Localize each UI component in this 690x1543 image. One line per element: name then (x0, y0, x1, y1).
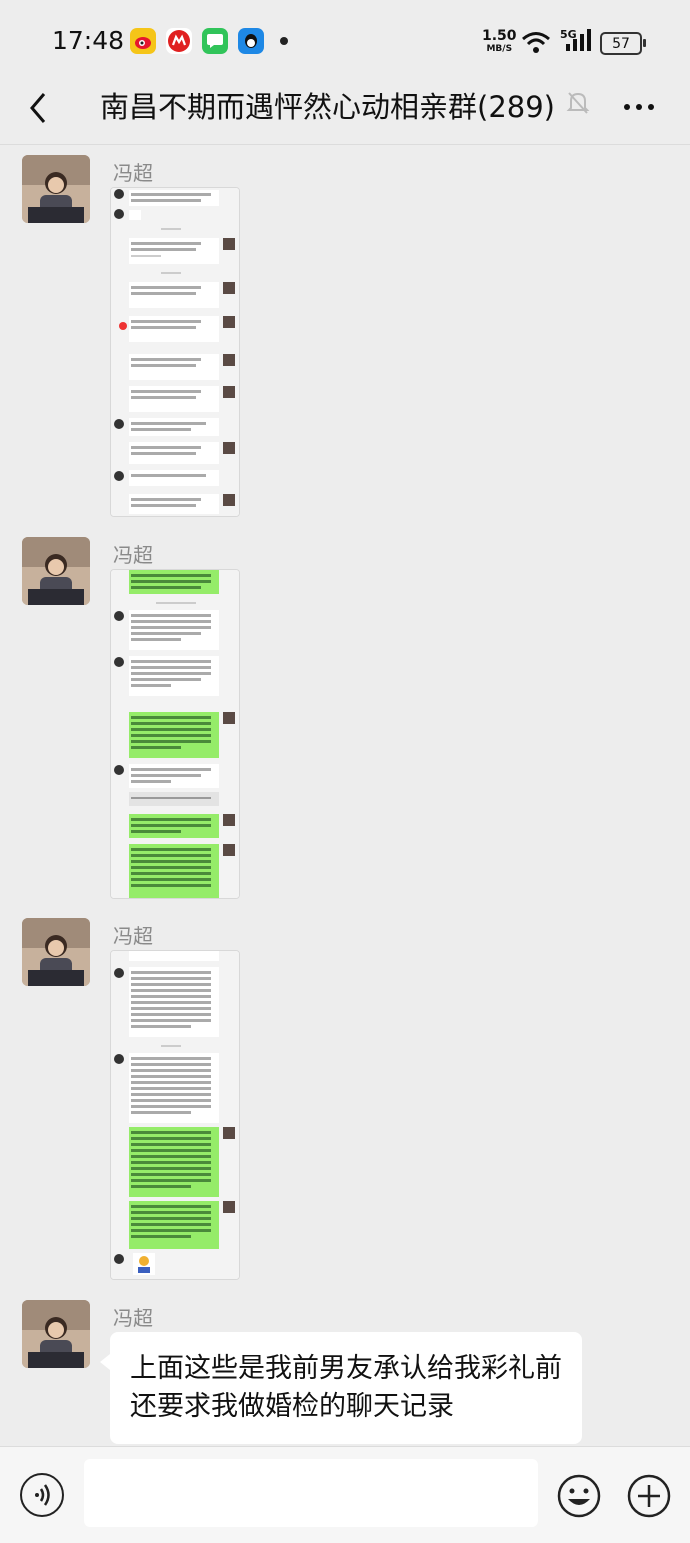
sender-name: 冯超 (113, 161, 153, 185)
more-notifications-dot-icon (280, 37, 288, 45)
cellular-signal-icon: 5G (560, 28, 592, 56)
sender-name: 冯超 (113, 1306, 153, 1330)
avatar[interactable] (22, 155, 90, 223)
mute-bell-icon (566, 90, 590, 120)
sender-name: 冯超 (113, 543, 153, 567)
wifi-icon (521, 30, 551, 58)
network-speed-value: 1.50 (482, 28, 517, 44)
network-speed-unit: MB/S (486, 44, 513, 54)
qq-icon (238, 28, 264, 54)
chat-screenshot-image[interactable] (110, 187, 240, 517)
chat-title[interactable]: 南昌不期而遇怦然心动相亲群(289) (100, 84, 555, 126)
text-message-bubble[interactable]: 上面这些是我前男友承认给我彩礼前还要求我做婚检的聊天记录 (100, 1332, 582, 1444)
avatar[interactable] (22, 1300, 90, 1368)
signal-label: 5G (560, 28, 577, 41)
voice-input-button[interactable] (20, 1473, 64, 1517)
battery-icon: 57 (600, 32, 646, 55)
chevron-left-icon (30, 93, 46, 123)
meituan-icon (166, 28, 192, 54)
more-functions-button[interactable] (626, 1473, 672, 1519)
header-divider (0, 144, 690, 145)
input-bar (0, 1446, 690, 1543)
voice-icon (35, 1484, 50, 1506)
chat-header: 南昌不期而遇怦然心动相亲群(289) (0, 80, 690, 142)
more-options-button[interactable] (622, 90, 656, 132)
battery-level: 57 (612, 35, 630, 52)
plus-icon (627, 1474, 671, 1518)
avatar[interactable] (22, 537, 90, 605)
more-dots-icon (624, 104, 654, 110)
back-button[interactable] (22, 86, 62, 126)
chat-screenshot-image[interactable] (110, 569, 240, 899)
avatar[interactable] (22, 918, 90, 986)
chat-screenshot-image[interactable] (110, 950, 240, 1280)
status-time: 17:48 (52, 26, 125, 55)
status-bar: 17:48 1.50 MB/S 5G 57 (0, 0, 690, 80)
notification-icons (130, 28, 288, 54)
emoji-button[interactable] (556, 1473, 602, 1519)
message-input[interactable] (84, 1459, 538, 1527)
sender-name: 冯超 (113, 924, 153, 948)
emoji-icon (557, 1474, 601, 1518)
weibo-icon (130, 28, 156, 54)
network-speed: 1.50 MB/S (482, 28, 517, 56)
messages-icon (202, 28, 228, 54)
